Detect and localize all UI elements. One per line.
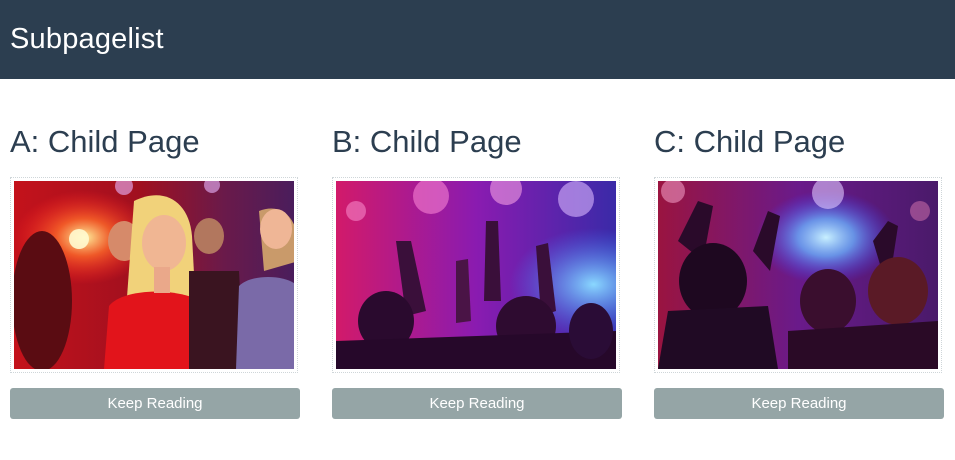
subpage-thumbnail-c[interactable] — [654, 177, 942, 373]
subpage-title-a[interactable]: A: Child Page — [10, 122, 200, 162]
subpage-title-b[interactable]: B: Child Page — [332, 122, 522, 162]
subpage-card-c: C: Child Page Keep Reading — [654, 120, 944, 420]
subpage-thumbnail-b[interactable] — [332, 177, 620, 373]
subpage-card-a: A: Child Page Keep Reading — [10, 120, 300, 420]
subpage-thumbnail-a[interactable] — [10, 177, 298, 373]
subpage-card-b: B: Child Page Keep Reading — [332, 120, 622, 420]
keep-reading-button-a[interactable]: Keep Reading — [10, 388, 300, 419]
site-header: Subpagelist — [0, 0, 955, 79]
party-photo-c — [658, 181, 938, 369]
keep-reading-button-c[interactable]: Keep Reading — [654, 388, 944, 419]
site-title: Subpagelist — [10, 23, 164, 55]
party-photo-a — [14, 181, 294, 369]
subpage-title-c[interactable]: C: Child Page — [654, 122, 845, 162]
keep-reading-button-b[interactable]: Keep Reading — [332, 388, 622, 419]
party-photo-b — [336, 181, 616, 369]
